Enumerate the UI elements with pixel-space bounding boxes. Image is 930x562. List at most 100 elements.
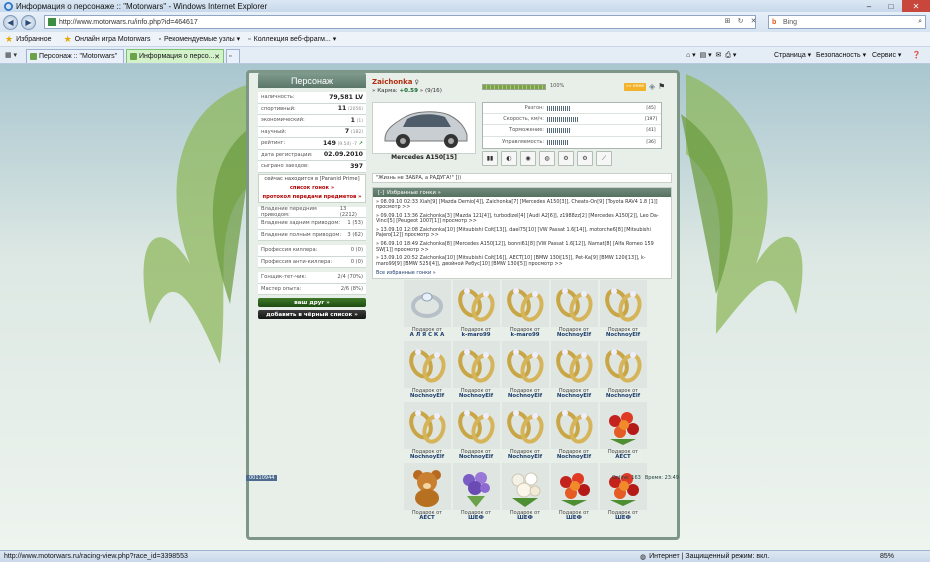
gift-from[interactable]: NochnoyElf: [459, 393, 493, 399]
gift-from[interactable]: NochnoyElf: [410, 393, 444, 399]
quick-tabs-icon[interactable]: ▦ ▾: [5, 51, 17, 59]
address-bar[interactable]: http://www.motorwars.ru/info.php?id=4646…: [44, 15, 756, 29]
forward-button[interactable]: ▶: [21, 14, 36, 30]
race-item[interactable]: » 13.09.10 20:52 Zaichonka[10] [Mitsubis…: [373, 255, 671, 268]
compat-icon[interactable]: ⊞: [722, 15, 733, 27]
favorites-button[interactable]: ★ Избранное: [5, 34, 52, 45]
gift-item[interactable]: Подарок от ШЕФ: [501, 463, 549, 522]
menu-security[interactable]: Безопасность ▾: [816, 51, 866, 59]
gift-from[interactable]: AECT: [615, 454, 631, 460]
gift-from[interactable]: NochnoyElf: [410, 454, 444, 460]
window-title-bar: Информация о персонаже :: "Motorwars" - …: [0, 0, 930, 12]
stop-icon[interactable]: ✕: [748, 15, 759, 27]
gift-from[interactable]: NochnoyElf: [557, 332, 591, 338]
player-nick[interactable]: Zaichonka: [372, 78, 413, 86]
races-header[interactable]: [-] Избранные гонки »: [373, 188, 671, 197]
minimize-button[interactable]: –: [858, 0, 880, 12]
gearbox-icon[interactable]: ⚙: [577, 151, 593, 166]
zoom-level[interactable]: 85%: [880, 553, 894, 560]
cmd-icons[interactable]: ⌂ ▾ ▤ ▾ ✉ ⎙ ▾: [686, 51, 736, 60]
refresh-icon[interactable]: ↻: [735, 15, 746, 27]
friend-button[interactable]: ваш друг »: [258, 298, 366, 307]
gift-item[interactable]: Подарок от NochnoyElf: [599, 280, 647, 339]
status-badge[interactable]: »» ееее: [624, 82, 646, 91]
engine-icon[interactable]: ⚙: [558, 151, 574, 166]
gift-item[interactable]: Подарок от NochnoyElf: [501, 341, 549, 400]
gift-from[interactable]: NochnoyElf: [459, 454, 493, 460]
spec-accel: Разгон: [45]: [483, 103, 661, 115]
gift-from[interactable]: А Л Я С К А: [410, 332, 445, 338]
gift-item[interactable]: Подарок от NochnoyElf: [452, 402, 500, 461]
gift-item[interactable]: Подарок от NochnoyElf: [550, 341, 598, 400]
gift-item[interactable]: Подарок от NochnoyElf: [501, 402, 549, 461]
gift-roses-red-icon: [599, 402, 647, 449]
race-item[interactable]: » 09.09.10 13:36 Zaichonka[3] [Mazda 121…: [373, 213, 671, 226]
search-box[interactable]: b Bing ⌕: [768, 15, 926, 29]
gift-item[interactable]: Подарок от AECT: [403, 463, 451, 522]
tab-character[interactable]: Персонаж :: "Motorwars": [26, 49, 124, 63]
gift-from[interactable]: AECT: [419, 515, 435, 521]
gift-from[interactable]: ШЕФ: [615, 515, 631, 521]
gift-item[interactable]: Подарок от NochnoyElf: [452, 341, 500, 400]
race-list-link[interactable]: список гонок »: [259, 184, 365, 193]
gift-from[interactable]: ШЕФ: [566, 515, 582, 521]
gift-rings-icon: [501, 280, 549, 327]
favorite-gallery[interactable]: ▫ Коллекция веб-фрагм... ▾: [248, 35, 336, 44]
menu-page[interactable]: Страница ▾: [774, 51, 811, 59]
all-races-link[interactable]: Все избранные гонки »: [373, 267, 671, 276]
spec-speed: Скорость, км/ч: [197]: [483, 114, 661, 126]
gift-from[interactable]: k-maro99: [462, 332, 491, 338]
gift-from[interactable]: NochnoyElf: [557, 393, 591, 399]
gift-from[interactable]: ШЕФ: [468, 515, 484, 521]
turbo-icon[interactable]: ◉: [520, 151, 536, 166]
back-button[interactable]: ◀: [3, 14, 18, 30]
gift-item[interactable]: Подарок от NochnoyElf: [550, 402, 598, 461]
car-panel: Zaichonka ♀ » Карма: +0.59 » (9/16) Merc…: [372, 78, 674, 279]
skill-rear: Владение задним приводом: 1 (53): [258, 218, 366, 230]
gift-item[interactable]: Подарок от А Л Я С К А: [403, 280, 451, 339]
maximize-button[interactable]: □: [880, 0, 902, 12]
gift-rings-icon: [403, 341, 451, 388]
gift-from[interactable]: k-maro99: [511, 332, 540, 338]
wrench-icon[interactable]: ⟋: [596, 151, 612, 166]
gift-item[interactable]: Подарок от ШЕФ: [452, 463, 500, 522]
race-item[interactable]: » 06.09.10 18:49 Zaichonka[8] [Mercedes …: [373, 241, 671, 254]
gift-item[interactable]: Подарок от ШЕФ: [599, 463, 647, 522]
gift-item[interactable]: Подарок от ШЕФ: [550, 463, 598, 522]
gift-item[interactable]: Подарок от NochnoyElf: [403, 341, 451, 400]
gift-violets-icon: [452, 463, 500, 510]
spec-bar: [547, 116, 579, 122]
search-icon[interactable]: ⌕: [918, 18, 922, 26]
gift-from[interactable]: NochnoyElf: [606, 393, 640, 399]
gift-from[interactable]: NochnoyElf: [508, 454, 542, 460]
gift-item[interactable]: Подарок от AECT: [599, 402, 647, 461]
exhaust-icon[interactable]: ◐: [501, 151, 517, 166]
gifts-grid: Подарок от А Л Я С К А Подарок от k-maro99 П…: [403, 280, 647, 522]
favorite-suggested[interactable]: ▫ Рекомендуемые узлы ▾: [159, 35, 241, 44]
close-button[interactable]: ✕: [902, 0, 930, 12]
gift-rings-icon: [550, 280, 598, 327]
gift-item[interactable]: Подарок от NochnoyElf: [599, 341, 647, 400]
gift-teddy-icon: [403, 463, 451, 510]
favorite-motorwars[interactable]: ★ Онлайн игра Motorwars: [64, 34, 151, 45]
help-icon[interactable]: ❓: [912, 51, 921, 59]
blacklist-button[interactable]: добавить в чёрный список »: [258, 310, 366, 319]
new-tab[interactable]: ▫: [226, 49, 240, 63]
camera-icon[interactable]: ◍: [539, 151, 555, 166]
close-tab-icon[interactable]: ✕: [214, 53, 220, 61]
gift-item[interactable]: Подарок от k-maro99: [501, 280, 549, 339]
gift-from[interactable]: NochnoyElf: [557, 454, 591, 460]
gift-from[interactable]: NochnoyElf: [606, 332, 640, 338]
zone-indicator[interactable]: ◍ Интернет | Защищенный режим: вкл.: [640, 553, 769, 561]
gift-item[interactable]: Подарок от k-maro99: [452, 280, 500, 339]
race-item[interactable]: » 13.09.10 12:08 Zaichonka[10] [Mitsubis…: [373, 227, 671, 240]
gift-item[interactable]: Подарок от NochnoyElf: [403, 402, 451, 461]
race-item[interactable]: » 08.09.10 02:33 Xiah[9] [Mazda Demio[4]…: [373, 199, 671, 212]
protocol-link[interactable]: протокол передачи предметов »: [259, 193, 365, 202]
gift-item[interactable]: Подарок от NochnoyElf: [550, 280, 598, 339]
gift-from[interactable]: NochnoyElf: [508, 393, 542, 399]
tab-info[interactable]: Информация о персо... ✕: [126, 49, 224, 63]
shock-absorber-icon[interactable]: ▮▮: [482, 151, 498, 166]
menu-tools[interactable]: Сервис ▾: [872, 51, 901, 59]
gift-from[interactable]: ШЕФ: [517, 515, 533, 521]
